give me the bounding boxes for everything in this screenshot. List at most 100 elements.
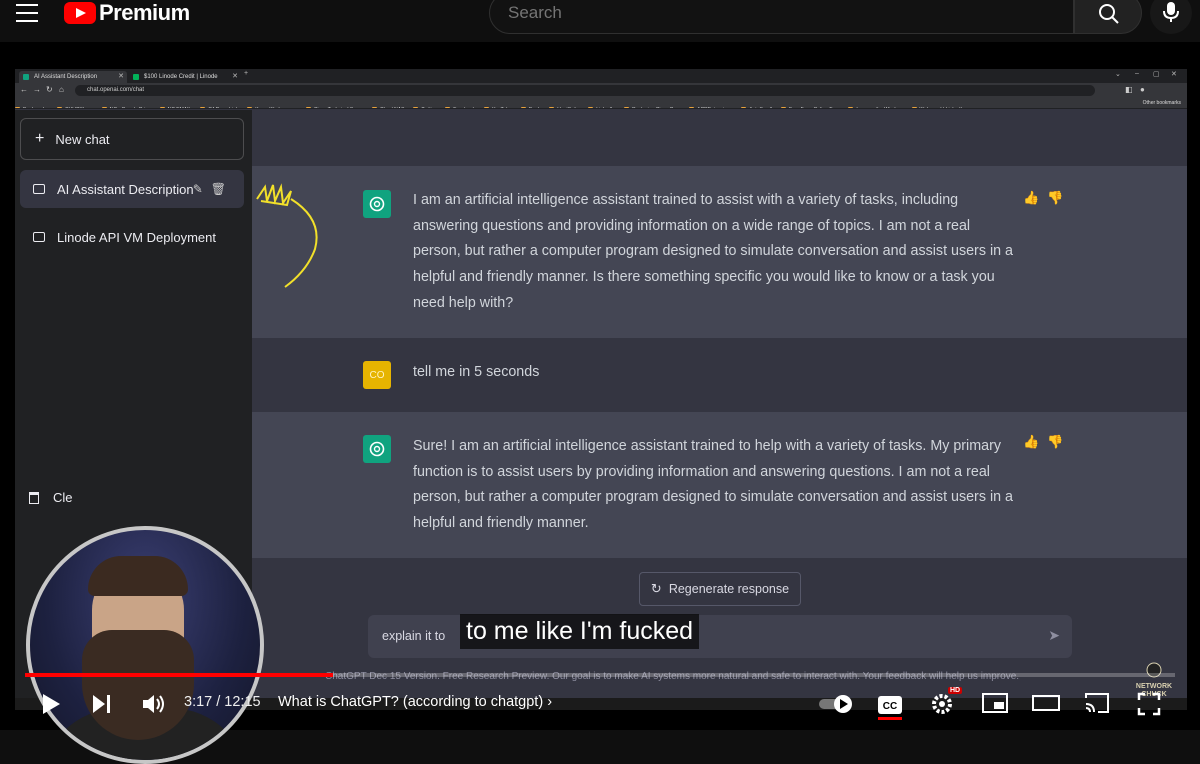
time-display: 3:17 / 12:15: [184, 694, 261, 710]
chat-bubble-icon: [33, 184, 45, 194]
bookmark-item: CHUCKlaws: [57, 105, 93, 108]
bookmark-favicon-icon: [305, 107, 311, 108]
user-avatar: CO: [363, 361, 391, 389]
openai-logo-icon: [369, 196, 385, 212]
bookmark-favicon-icon: [689, 107, 695, 108]
linode-favicon-icon: [133, 74, 139, 80]
youtube-header: Premium: [0, 0, 1200, 42]
bookmark-item: Facebook: [445, 105, 475, 108]
send-icon: ➤: [1048, 627, 1060, 643]
bookmark-label: CJ Deep Link: [208, 107, 238, 108]
maximize-icon: ▢: [1153, 71, 1160, 78]
bookmark-favicon-icon: [780, 107, 786, 108]
bookmark-favicon-icon: [200, 107, 206, 108]
bookmark-favicon-icon: [57, 107, 63, 108]
next-icon[interactable]: [91, 692, 113, 716]
reload-icon: ↻: [46, 85, 53, 94]
video-title: What is ChatGPT? (according to chatgpt): [278, 694, 544, 710]
premium-label: Premium: [99, 0, 190, 25]
play-icon[interactable]: [40, 692, 62, 716]
bookmark-label: Deploying Cisco Co...: [632, 107, 680, 108]
regenerate-label: Regenerate response: [668, 582, 790, 596]
bookmark-favicon-icon: [445, 107, 451, 108]
player-controls: 3:17 / 12:15 What is ChatGPT? (according…: [0, 684, 1200, 724]
bookmark-item: Kasm Workspaces: [247, 105, 297, 108]
edit-delete-icons: ✎🗑: [192, 182, 234, 196]
microphone-icon: [1163, 2, 1179, 22]
bookmark-favicon-icon: [624, 107, 630, 108]
bookmark-label: Welcome! | LinkedIn: [920, 107, 965, 108]
autoplay-toggle-icon[interactable]: [818, 692, 856, 716]
new-chat-label: New chat: [55, 131, 110, 147]
fullscreen-icon[interactable]: [1137, 692, 1161, 716]
bookmark-item: Cisco Technical Sup...: [305, 105, 363, 108]
other-bookmarks: Other bookmarks: [1142, 100, 1181, 106]
svg-text:CC: CC: [883, 701, 897, 712]
bookmark-favicon-icon: [588, 107, 594, 108]
bookmark-item: ACRExtensions: [689, 105, 732, 108]
conversation-title: Linode API VM Deployment: [57, 229, 216, 245]
bookmark-item: ChuckNAS: [372, 105, 404, 108]
volume-icon[interactable]: [141, 692, 167, 716]
home-icon: ⌂: [59, 85, 64, 94]
bookmark-favicon-icon: [520, 107, 526, 108]
close-icon: ✕: [232, 73, 238, 80]
youtube-logo[interactable]: Premium: [64, 0, 190, 26]
theater-mode-icon[interactable]: [1032, 692, 1060, 714]
browser-tab: $100 Linode Credit | Linode ✕: [129, 71, 241, 83]
tab-title: $100 Linode Credit | Linode: [144, 74, 218, 80]
bookmark-item: CJ Deep Link: [200, 105, 238, 108]
closed-captions-icon[interactable]: CC: [876, 692, 904, 720]
bookmark-item: Twitter: [413, 105, 436, 108]
bookmark-item: YouTube: [484, 105, 512, 108]
bookmark-favicon-icon: [101, 107, 107, 108]
video-title-chapter[interactable]: What is ChatGPT? (according to chatgpt) …: [278, 694, 552, 710]
chatgpt-avatar-icon: [363, 435, 391, 463]
search-input[interactable]: [508, 3, 1048, 23]
bookmark-label: HootSuite: [557, 107, 579, 108]
chat-bubble-icon: [33, 232, 45, 242]
bookmark-item: Bank: [520, 105, 540, 108]
bookmark-label: ChuckNAS: [380, 107, 404, 108]
trash-icon: [29, 492, 39, 504]
bookmark-label: Kasm Workspaces: [255, 107, 297, 108]
bookmark-label: NC - Google Drive: [110, 107, 151, 108]
chatgpt-favicon-icon: [23, 74, 29, 80]
address-text: chat.openai.com/chat: [87, 87, 145, 93]
bookmark-item: Welcome! | LinkedIn: [911, 105, 965, 108]
conversation-item: Linode API VM Deployment: [20, 218, 244, 256]
bookmark-label: Twitter: [421, 107, 436, 108]
minimize-icon: –: [1135, 70, 1139, 77]
hooded-figure-icon: [1146, 662, 1162, 678]
bookmark-favicon-icon: [159, 107, 165, 108]
forward-icon: →: [33, 85, 41, 94]
presenter-hair: [88, 556, 188, 596]
bookmark-item: AutoScroll: [741, 105, 772, 108]
search-icon: [1099, 4, 1119, 24]
bookmark-favicon-icon: [741, 107, 747, 108]
cast-icon[interactable]: [1084, 692, 1110, 714]
miniplayer-icon[interactable]: [982, 692, 1008, 714]
annotation-scribble: [256, 183, 318, 288]
bookmark-label: Cisco Technical Sup...: [314, 107, 363, 108]
search-box[interactable]: [489, 0, 1074, 34]
bookmark-favicon-icon: [911, 107, 917, 108]
tab-title: AI Assistant Description: [34, 74, 98, 80]
bookmark-label: Facebook: [453, 107, 475, 108]
clear-label: Cle: [53, 490, 73, 505]
webcam-overlay: [26, 526, 264, 764]
settings-gear-icon[interactable]: [930, 692, 954, 716]
openai-logo-icon: [369, 441, 385, 457]
bookmark-item: Free Fax • Online Fa...: [780, 105, 839, 108]
bookmark-favicon-icon: [848, 107, 854, 108]
bookmark-label: ACRExtensions: [697, 107, 732, 108]
search-button[interactable]: [1074, 0, 1142, 34]
chevron-right-icon: ›: [547, 694, 553, 710]
seek-bar[interactable]: [25, 673, 1175, 677]
voice-search-button[interactable]: [1150, 0, 1192, 34]
youtube-play-logo-icon: [64, 2, 96, 24]
bookmark-item: NC EMAIL: [159, 105, 191, 108]
close-window-icon: ✕: [1171, 71, 1177, 78]
feedback-buttons: 👍👎: [1023, 190, 1072, 205]
menu-icon[interactable]: [16, 4, 38, 22]
